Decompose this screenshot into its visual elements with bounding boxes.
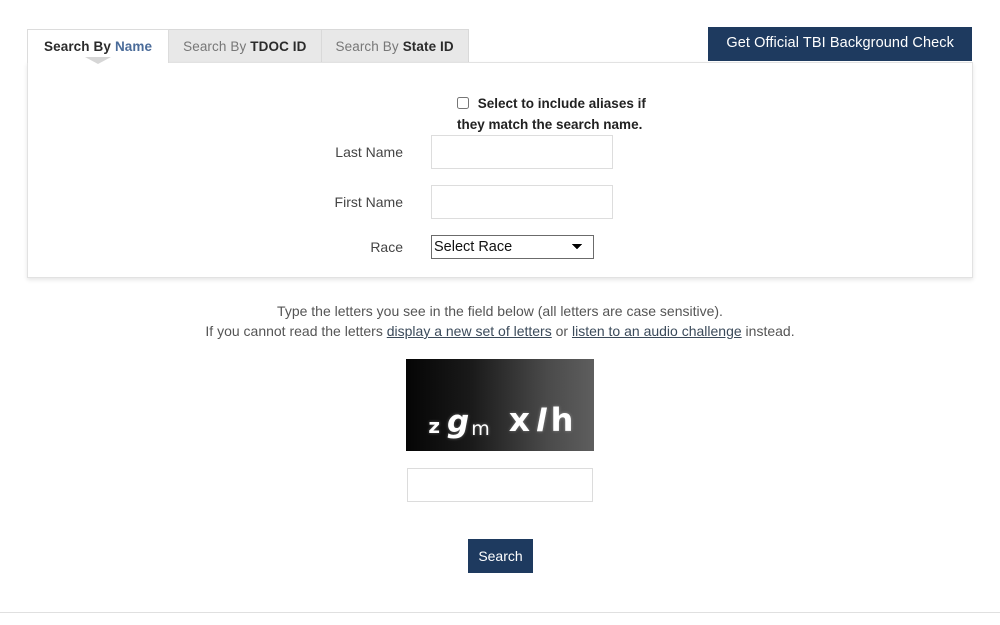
tab-state-prefix: Search By (335, 39, 399, 54)
alias-option: Select to include aliases if they match … (457, 93, 672, 135)
search-form-panel: Select to include aliases if they match … (27, 62, 973, 278)
tab-state-emphasis: State ID (402, 39, 454, 54)
captcha-answer-input[interactable] (407, 468, 593, 502)
captcha-letter-3: m (471, 418, 490, 440)
last-name-label: Last Name (335, 144, 403, 160)
captcha-letter-6: h (550, 401, 574, 439)
search-button[interactable]: Search (468, 539, 533, 573)
captcha-instruction-line-1: Type the letters you see in the field be… (277, 303, 723, 319)
captcha-letter-4: x (508, 400, 530, 439)
captcha-challenge-letters: zgmxlh (406, 381, 594, 451)
last-name-input[interactable] (431, 135, 613, 169)
captcha-letter-5: l (536, 403, 547, 439)
first-name-row: First Name (28, 185, 972, 219)
captcha-line2-suffix: instead. (741, 323, 795, 339)
first-name-label: First Name (334, 194, 403, 210)
audio-challenge-link[interactable]: listen to an audio challenge (572, 323, 742, 339)
header-bar: Search By Name Search By TDOC ID Search … (0, 0, 1000, 63)
tab-name-prefix: Search By (44, 39, 111, 54)
captcha-line2-prefix: If you cannot read the letters (205, 323, 387, 339)
new-letters-link[interactable]: display a new set of letters (387, 323, 552, 339)
tab-search-by-state-id[interactable]: Search By State ID (320, 29, 469, 63)
search-tabs: Search By Name Search By TDOC ID Search … (27, 29, 469, 63)
form-fields: Last Name First Name Race Select Race (28, 135, 972, 275)
race-select[interactable]: Select Race (431, 235, 594, 259)
captcha-challenge-image: zgmxlh (406, 359, 594, 451)
tab-tdoc-emphasis: TDOC ID (250, 39, 307, 54)
captcha-letter-2: g (446, 404, 470, 440)
captcha-line2-conjunction: or (551, 323, 572, 339)
tab-tdoc-prefix: Search By (183, 39, 247, 54)
tab-search-by-tdoc-id[interactable]: Search By TDOC ID (168, 29, 322, 63)
last-name-row: Last Name (28, 135, 972, 169)
captcha-letter-1: z (428, 414, 440, 438)
race-row: Race Select Race (28, 235, 972, 259)
first-name-input[interactable] (431, 185, 613, 219)
race-label: Race (370, 239, 403, 255)
captcha-instruction-line-2: If you cannot read the letters display a… (0, 321, 1000, 341)
tab-search-by-name[interactable]: Search By Name (27, 29, 170, 63)
include-aliases-label: Select to include aliases if they match … (457, 96, 646, 132)
captcha-instructions: Type the letters you see in the field be… (0, 301, 1000, 341)
page-bottom-divider (0, 612, 1000, 613)
include-aliases-checkbox[interactable] (457, 97, 469, 109)
tab-name-emphasis: Name (114, 39, 153, 54)
tbi-background-check-button[interactable]: Get Official TBI Background Check (708, 27, 972, 61)
